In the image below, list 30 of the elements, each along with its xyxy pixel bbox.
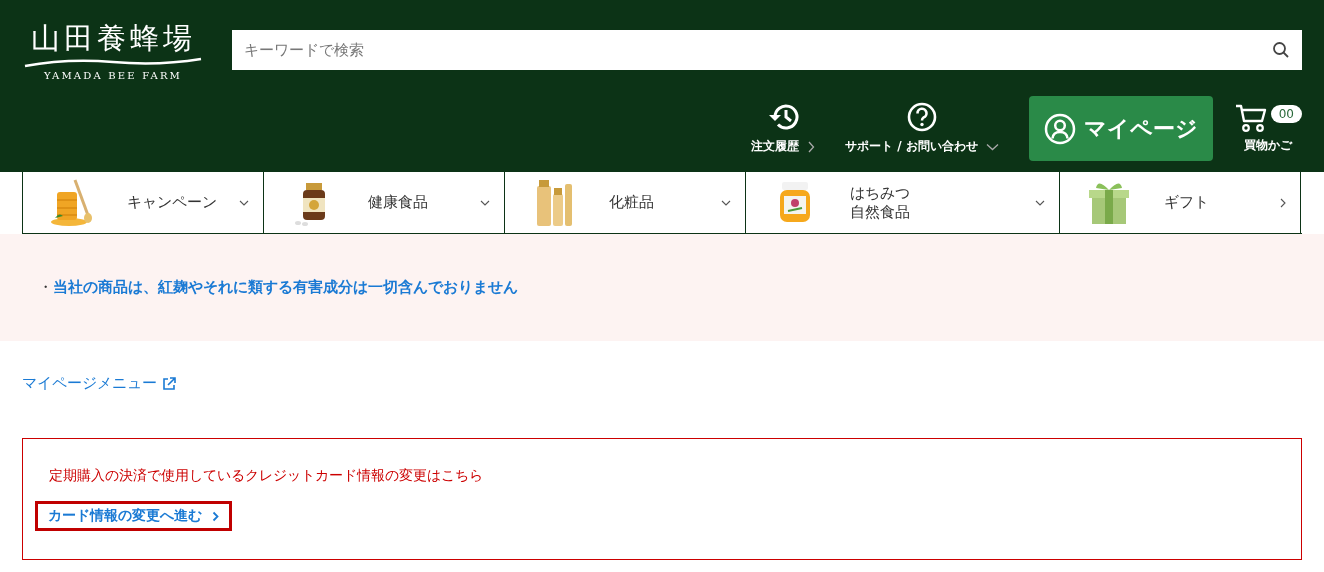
- category-label: はちみつ 自然食品: [849, 183, 911, 222]
- search-icon[interactable]: [1272, 41, 1290, 59]
- wave-icon: [23, 56, 203, 68]
- cart-icon[interactable]: [1234, 103, 1267, 133]
- search-field[interactable]: キーワードで検索: [232, 30, 1302, 70]
- logo-subtitle: YAMADA BEE FARM: [43, 70, 183, 81]
- mypage-button[interactable]: マイページ: [1028, 96, 1213, 161]
- category-label: キャンペーン: [126, 193, 218, 212]
- category-tab[interactable]: 健康食品: [263, 172, 504, 233]
- header-link[interactable]: 注文履歴: [750, 138, 799, 155]
- notice-link[interactable]: 当社の商品は、紅麹やそれに類する有害成分は一切含んでおりません: [53, 278, 518, 297]
- category-label: 健康食品: [367, 193, 429, 212]
- logo-name[interactable]: 山田養蜂場: [30, 20, 196, 56]
- chevron-right-icon: [212, 510, 219, 522]
- card-change-link[interactable]: カード情報の変更へ進む: [35, 501, 232, 531]
- category-tab[interactable]: ギフト: [1059, 172, 1301, 233]
- external-link-icon: [161, 375, 177, 392]
- help-icon[interactable]: [906, 102, 937, 132]
- category-label: ギフト: [1163, 193, 1210, 212]
- category-tab[interactable]: キャンペーン: [22, 172, 263, 233]
- category-tab[interactable]: 化粧品: [504, 172, 745, 233]
- category-label: 化粧品: [608, 193, 655, 212]
- bullet: ・: [38, 278, 53, 297]
- cart-label[interactable]: 買物かご: [1244, 137, 1293, 154]
- cart-count-badge: 00: [1270, 105, 1302, 123]
- mypage-menu-link[interactable]: マイページメニュー: [22, 374, 157, 393]
- user-icon: [1043, 112, 1076, 145]
- category-tab[interactable]: はちみつ 自然食品: [745, 172, 1059, 233]
- card-notice-text: 定期購入の決済で使用しているクレジットカード情報の変更はこちら: [49, 467, 484, 485]
- header-link[interactable]: サポート / お問い合わせ: [844, 138, 978, 155]
